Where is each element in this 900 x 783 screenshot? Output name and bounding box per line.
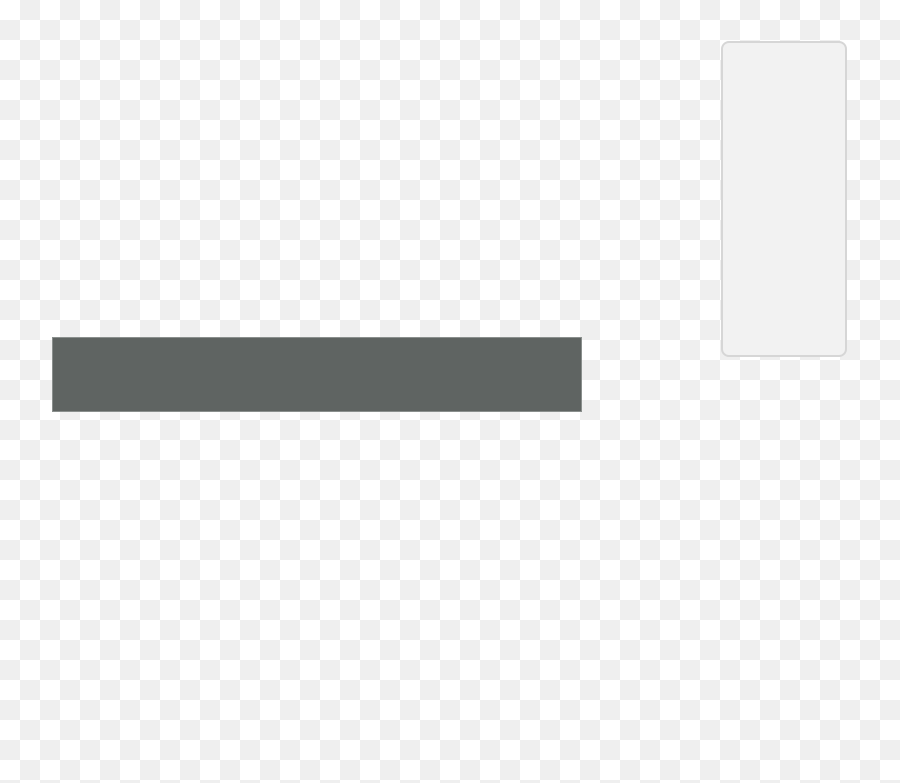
legend [721, 41, 847, 357]
pin-header [52, 337, 582, 412]
pinout-diagram [0, 0, 900, 783]
